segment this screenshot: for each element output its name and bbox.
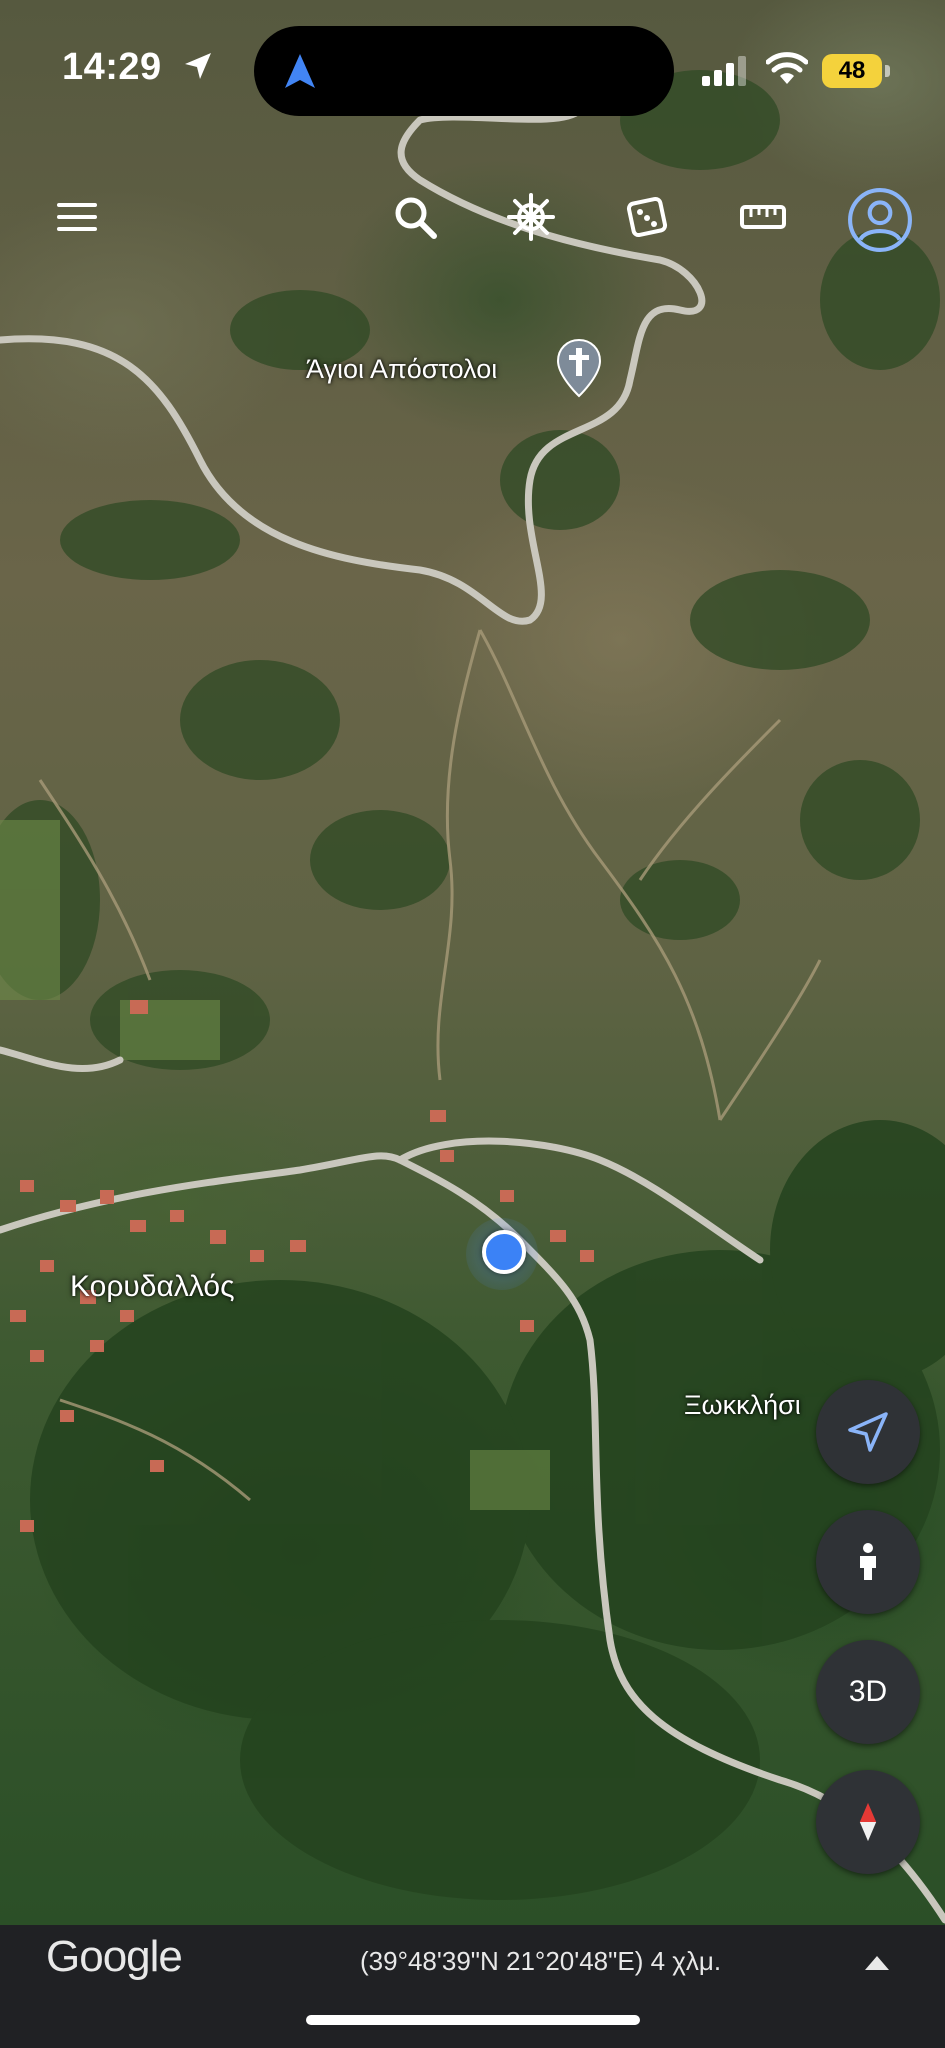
street-view-button[interactable] [816, 1510, 920, 1614]
navigation-arrow-icon [285, 54, 315, 88]
chevron-up-icon[interactable] [862, 1950, 892, 1974]
3d-label: 3D [848, 1675, 888, 1708]
battery-tip [885, 65, 890, 77]
pegman-icon [860, 1543, 876, 1580]
feeling-lucky-button[interactable] [612, 182, 682, 252]
home-indicator[interactable] [306, 2015, 640, 2025]
navigation-arrow-icon [848, 1412, 888, 1452]
compass-button[interactable] [816, 1770, 920, 1874]
menu-button[interactable] [42, 182, 112, 252]
hamburger-menu-icon [57, 203, 97, 231]
ship-wheel-icon [507, 193, 555, 241]
google-logo: Google [46, 1932, 183, 1981]
village-label: Κορυδαλλός [70, 1270, 235, 1303]
battery-indicator: 48 [822, 54, 894, 88]
status-time: 14:29 [62, 46, 162, 88]
poi-label-church[interactable]: Άγιοι Απόστολοι [306, 354, 497, 385]
location-services-icon [185, 53, 211, 79]
poi-label-chapel[interactable]: Ξωκκλήσι [684, 1390, 801, 1421]
compass-icon [859, 1802, 877, 1842]
battery-level: 48 [822, 54, 882, 88]
cellular-signal-icon [702, 56, 746, 86]
my-location-button[interactable] [816, 1380, 920, 1484]
satellite-map[interactable] [0, 0, 945, 1925]
measure-button[interactable] [728, 182, 798, 252]
voyager-button[interactable] [496, 182, 566, 252]
3d-toggle-button[interactable]: 3D [816, 1640, 920, 1744]
coordinates-readout: (39°48'39"N 21°20'48"E) 4 χλμ. [360, 1946, 722, 1976]
wifi-icon [766, 52, 808, 84]
status-bar: 14:29 48 [0, 0, 945, 140]
cemetery-pin-icon[interactable] [556, 338, 602, 400]
dice-icon [626, 196, 668, 238]
ruler-icon [740, 205, 786, 229]
search-icon [395, 197, 437, 239]
account-circle-icon [848, 188, 912, 252]
current-location-dot[interactable] [482, 1230, 526, 1274]
search-button[interactable] [380, 182, 450, 252]
map-roads [0, 70, 945, 1924]
account-button[interactable] [842, 182, 918, 258]
